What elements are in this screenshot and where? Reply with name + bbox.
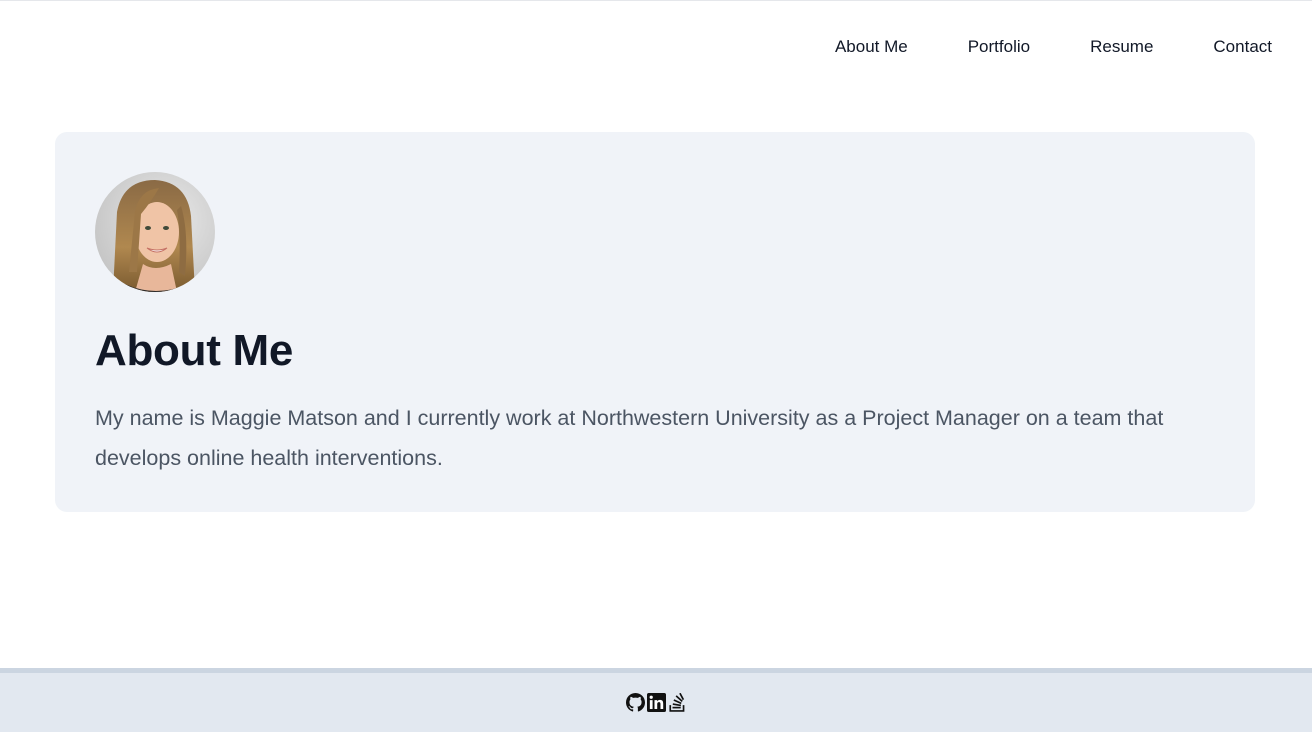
main-nav: About Me Portfolio Resume Contact	[775, 1, 1312, 93]
page: About Me Portfolio Resume Contact About …	[0, 0, 1312, 732]
footer	[0, 668, 1312, 732]
profile-photo	[95, 172, 215, 292]
nav-link-resume[interactable]: Resume	[1090, 37, 1153, 57]
stackoverflow-icon[interactable]	[668, 693, 687, 712]
linkedin-icon[interactable]	[646, 693, 666, 712]
nav-link-about-me[interactable]: About Me	[835, 37, 908, 57]
about-title: About Me	[95, 326, 294, 375]
about-description: My name is Maggie Matson and I currently…	[95, 406, 1164, 470]
nav-link-contact[interactable]: Contact	[1213, 37, 1272, 57]
github-icon[interactable]	[625, 693, 645, 712]
nav-link-portfolio[interactable]: Portfolio	[968, 37, 1030, 57]
about-card: About Me My name is Maggie Matson and I …	[55, 132, 1255, 512]
